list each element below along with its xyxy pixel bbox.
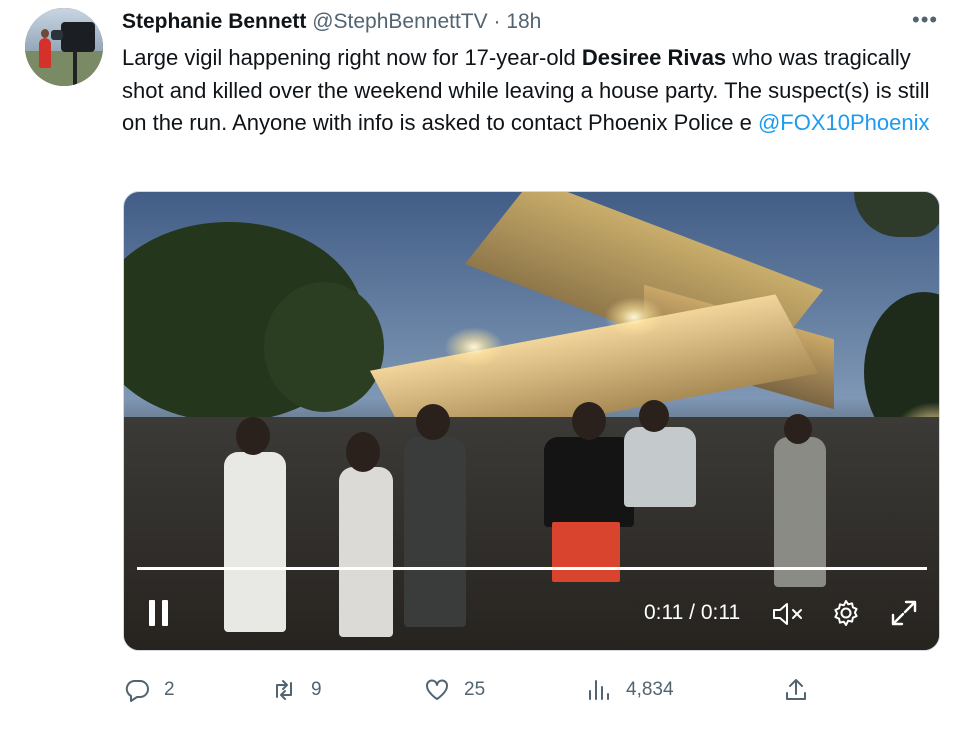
video-frame xyxy=(124,192,939,650)
tweet-bold-name: Desiree Rivas xyxy=(581,45,727,70)
avatar-person xyxy=(39,29,51,68)
head xyxy=(572,402,606,440)
person-white-shirt-2 xyxy=(339,467,393,637)
action-bar: 2 9 25 4,834 xyxy=(0,670,960,710)
like-button[interactable]: 25 xyxy=(424,670,485,710)
tweet-header: Stephanie Bennett @StephBennettTV · 18h xyxy=(122,8,541,36)
views-count: 4,834 xyxy=(626,679,674,700)
more-icon[interactable]: ••• xyxy=(912,8,938,32)
reply-button[interactable]: 2 xyxy=(124,670,175,710)
separator-dot: · xyxy=(493,10,501,33)
head xyxy=(416,404,450,440)
retweet-icon xyxy=(276,680,292,700)
share-icon xyxy=(786,679,806,700)
person-white-shirt xyxy=(224,452,286,632)
tweet-text: Large vigil happening right now for 17-y… xyxy=(122,42,942,140)
like-count: 25 xyxy=(464,679,486,700)
avatar-tripod xyxy=(73,50,77,86)
tweet-timestamp[interactable]: 18h xyxy=(506,10,541,33)
light-glow-2 xyxy=(604,297,664,337)
mute-icon[interactable] xyxy=(771,601,805,627)
video-player[interactable]: 0:11 / 0:11 xyxy=(123,191,940,651)
person-light-shirt xyxy=(624,427,696,507)
head xyxy=(346,432,380,472)
person-black-shirt xyxy=(544,437,634,527)
video-progress-fill xyxy=(137,567,927,570)
head xyxy=(639,400,669,432)
tree-top-right xyxy=(854,192,939,237)
head xyxy=(236,417,270,455)
reply-icon xyxy=(125,680,149,702)
head xyxy=(784,414,812,444)
light-glow-1 xyxy=(444,327,504,367)
retweet-button[interactable]: 9 xyxy=(271,670,322,710)
retweet-count: 9 xyxy=(311,679,322,700)
avatar[interactable] xyxy=(25,8,103,86)
person-red-shorts xyxy=(552,522,620,582)
views-icon xyxy=(589,680,609,700)
tweet-text-part-1: Large vigil happening right now for 17-y… xyxy=(122,45,582,70)
heart-icon xyxy=(426,679,448,700)
person-hoodie xyxy=(404,437,466,627)
expand-icon[interactable] xyxy=(889,598,919,628)
views-button[interactable]: 4,834 xyxy=(586,670,674,710)
video-timecode: 0:11 / 0:11 xyxy=(644,601,741,624)
avatar-camera xyxy=(51,22,95,52)
person-right xyxy=(774,437,826,587)
avatar-ground xyxy=(25,50,103,86)
author-name[interactable]: Stephanie Bennett xyxy=(122,10,306,33)
video-progress-bar[interactable] xyxy=(137,567,927,570)
gear-icon[interactable] xyxy=(831,598,861,628)
author-handle[interactable]: @StephBennettTV xyxy=(312,10,487,33)
mention-link[interactable]: @FOX10Phoenix xyxy=(758,110,930,135)
share-button[interactable] xyxy=(783,670,809,710)
tree-left-2 xyxy=(264,282,384,412)
pause-icon[interactable] xyxy=(148,600,170,626)
reply-count: 2 xyxy=(164,679,175,700)
